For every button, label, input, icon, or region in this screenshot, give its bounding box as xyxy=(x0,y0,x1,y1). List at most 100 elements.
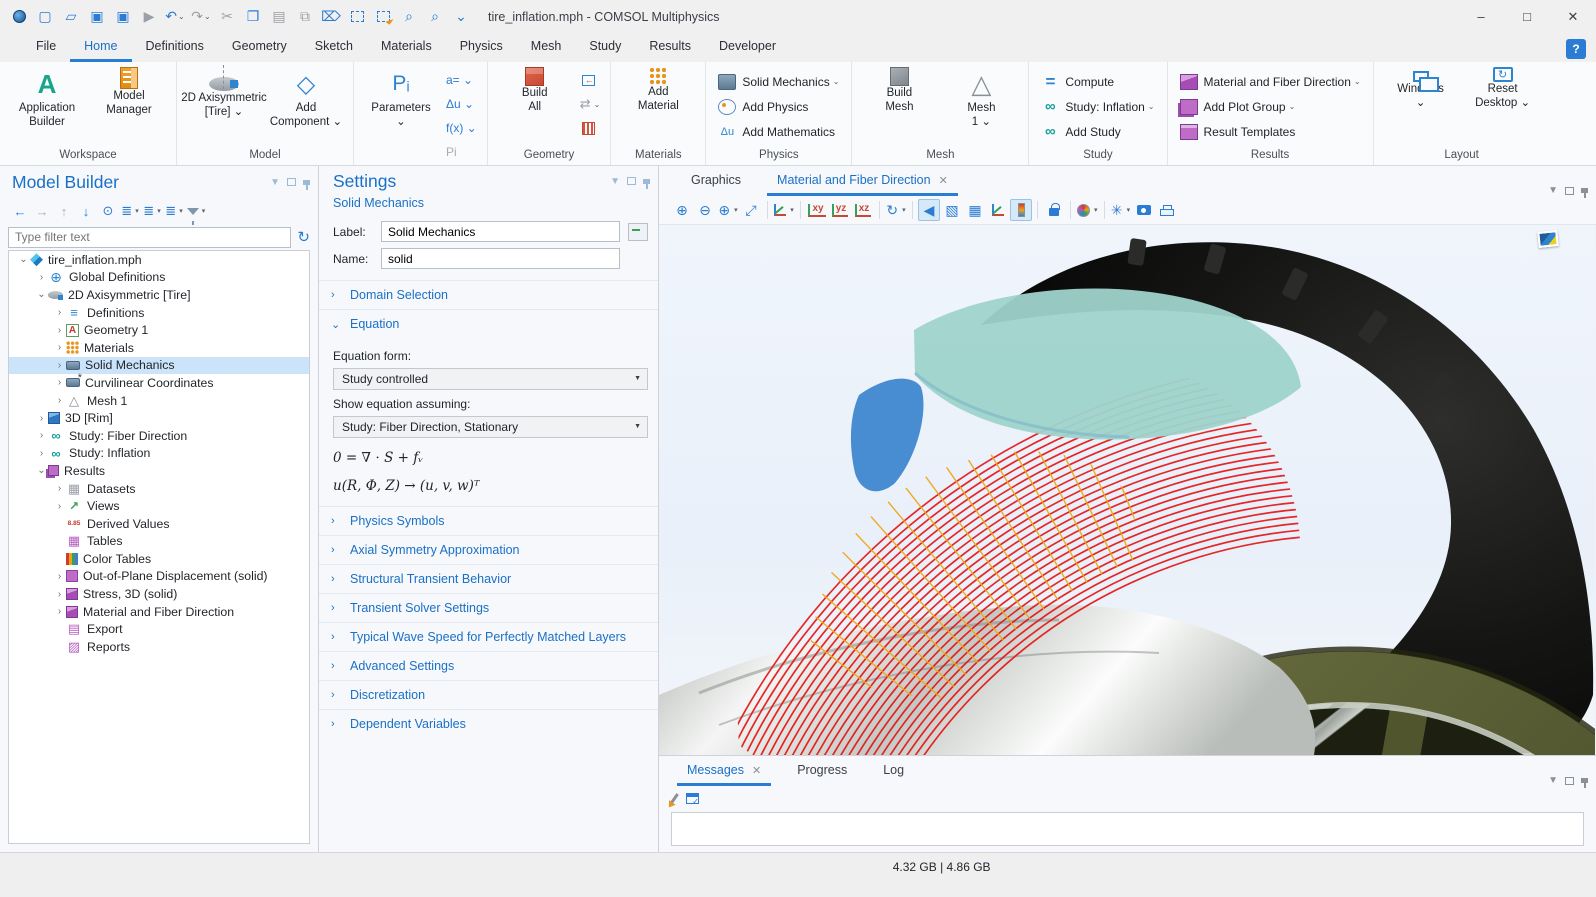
tree-item-derived-values[interactable]: 8.85Derived Values xyxy=(9,515,309,533)
chevron-right-icon[interactable]: › xyxy=(35,430,48,441)
view-xz-icon[interactable]: xz xyxy=(852,199,874,221)
tree-item-solid-mechanics[interactable]: ›Solid Mechanics xyxy=(9,357,309,375)
go-back-icon[interactable]: ← xyxy=(10,201,30,221)
result-templates-button[interactable]: Result Templates xyxy=(1174,119,1367,144)
menu-tab-mesh[interactable]: Mesh xyxy=(517,34,576,62)
tree-item-mesh-1[interactable]: ›△Mesh 1 xyxy=(9,392,309,410)
panel-menu-icon[interactable]: ▼ xyxy=(610,176,620,187)
chevron-right-icon[interactable]: › xyxy=(35,413,48,424)
reset-desktop-button[interactable]: ResetDesktop ⌄ xyxy=(1462,64,1544,147)
chevron-down-icon[interactable]: ⌄ xyxy=(17,254,30,265)
zoom-box-icon[interactable]: ⊕▾ xyxy=(717,199,739,221)
pin-panel-icon[interactable] xyxy=(1581,778,1588,783)
add-physics-button[interactable]: Add Physics xyxy=(712,94,845,119)
application-builder-button[interactable]: ApplicationBuilder xyxy=(6,64,88,147)
paste-icon[interactable]: ▤ xyxy=(267,5,291,29)
view-yz-icon[interactable]: yz xyxy=(829,199,851,221)
variables-button[interactable]: a= ⌄ xyxy=(442,68,481,92)
float-panel-icon[interactable] xyxy=(1565,777,1574,785)
environment-reflections-icon[interactable]: ▧ xyxy=(941,199,963,221)
show-grid-icon[interactable]: ▦ xyxy=(964,199,986,221)
panel-menu-icon[interactable]: ▼ xyxy=(1548,775,1558,786)
chevron-right-icon[interactable]: › xyxy=(53,395,66,406)
toolbar-overflow-icon[interactable]: ⌄ xyxy=(449,5,473,29)
print-icon[interactable] xyxy=(1156,199,1178,221)
add-study-button[interactable]: Add Study xyxy=(1035,119,1160,144)
section-axial-symmetry-approximation[interactable]: ›Axial Symmetry Approximation xyxy=(319,535,658,564)
add-mathematics-button[interactable]: Add Mathematics xyxy=(712,119,845,144)
tree-item-study-fiber-direction[interactable]: ›∞Study: Fiber Direction xyxy=(9,427,309,445)
name-field[interactable] xyxy=(381,248,620,269)
section-transient-solver-settings[interactable]: ›Transient Solver Settings xyxy=(319,593,658,622)
add-component-button[interactable]: AddComponent ⌄ xyxy=(265,64,347,147)
chevron-right-icon[interactable]: › xyxy=(53,571,66,582)
element-properties-icon[interactable] xyxy=(628,223,648,241)
close-icon[interactable]: ✕ xyxy=(939,174,948,187)
material-and-fiber-direction-button[interactable]: Material and Fiber Direction⌄ xyxy=(1174,69,1367,94)
section-structural-transient-behavior[interactable]: ›Structural Transient Behavior xyxy=(319,564,658,593)
tree-item-export[interactable]: ▤Export xyxy=(9,620,309,638)
chevron-right-icon[interactable]: › xyxy=(53,589,66,600)
parameters-button[interactable]: Parameters⌄ xyxy=(360,64,442,164)
section-typical-wave-speed-for-perfectly-matched-layers[interactable]: ›Typical Wave Speed for Perfectly Matche… xyxy=(319,622,658,651)
graphics-viewport[interactable] xyxy=(659,225,1596,755)
chevron-right-icon[interactable]: › xyxy=(53,360,66,371)
zoom-in-icon[interactable]: ⊕ xyxy=(671,199,693,221)
panel-menu-icon[interactable]: ▼ xyxy=(1548,185,1558,196)
pin-panel-icon[interactable] xyxy=(1581,188,1588,193)
tree-item-out-of-plane-displacement-solid[interactable]: ›Out-of-Plane Displacement (solid) xyxy=(9,568,309,586)
label-field[interactable] xyxy=(381,221,620,242)
study-inflation-button[interactable]: Study: Inflation⌄ xyxy=(1035,94,1160,119)
section-advanced-settings[interactable]: ›Advanced Settings xyxy=(319,651,658,680)
compute-button[interactable]: Compute xyxy=(1035,69,1160,94)
tab-log[interactable]: Log xyxy=(873,758,914,786)
show-icon[interactable]: ⊙ xyxy=(98,201,118,221)
section-domain-selection[interactable]: ›Domain Selection xyxy=(319,280,658,309)
menu-tab-definitions[interactable]: Definitions xyxy=(132,34,218,62)
color-theme-icon[interactable]: ▾ xyxy=(1076,199,1099,221)
section-dependent-variables[interactable]: ›Dependent Variables xyxy=(319,709,658,738)
minimize-button[interactable]: – xyxy=(1458,0,1504,33)
find-and-replace-icon[interactable]: ⌕ xyxy=(423,5,447,29)
parameter-case-button[interactable]: Pi xyxy=(442,140,481,164)
show-equation-select[interactable]: Study: Fiber Direction, Stationary xyxy=(333,416,648,438)
tree-item-datasets[interactable]: ›▦Datasets xyxy=(9,480,309,498)
2d-axisymmetric-button[interactable]: 2D Axisymmetric[Tire] ⌄ xyxy=(183,64,265,147)
open-file-icon[interactable]: ▱ xyxy=(59,5,83,29)
windows-button[interactable]: Windows⌄ xyxy=(1380,64,1462,147)
menu-tab-results[interactable]: Results xyxy=(635,34,705,62)
close-icon[interactable]: ✕ xyxy=(752,764,761,777)
add-plot-group-button[interactable]: Add Plot Group⌄ xyxy=(1174,94,1367,119)
show-axes-icon[interactable] xyxy=(987,199,1009,221)
float-panel-icon[interactable] xyxy=(627,177,636,185)
functions-button[interactable]: f(x) ⌄ xyxy=(442,116,481,140)
float-panel-icon[interactable] xyxy=(287,178,296,186)
section-equation[interactable]: ⌄ Equation xyxy=(319,309,658,338)
tree-item-curvilinear-coordinates[interactable]: ›Curvilinear Coordinates xyxy=(9,374,309,392)
menu-tab-file[interactable]: File xyxy=(22,34,70,62)
redo-icon[interactable]: ↷⌄ xyxy=(189,5,213,29)
chevron-right-icon[interactable]: › xyxy=(53,377,66,388)
select-box-icon[interactable] xyxy=(345,5,369,29)
view-xy-icon[interactable]: xy xyxy=(806,199,828,221)
scene-settings-icon[interactable]: ✳▾ xyxy=(1110,199,1132,221)
tree-item-global-definitions[interactable]: ›⊕Global Definitions xyxy=(9,269,309,287)
solid-mechanics-button[interactable]: Solid Mechanics⌄ xyxy=(712,69,845,94)
menu-tab-sketch[interactable]: Sketch xyxy=(301,34,367,62)
menu-tab-home[interactable]: Home xyxy=(70,34,131,62)
snapshot-icon[interactable] xyxy=(1133,199,1155,221)
tree-item-tire-inflation-mph[interactable]: ⌄tire_inflation.mph xyxy=(9,251,309,269)
pin-panel-icon[interactable] xyxy=(303,180,310,185)
view-orientation-icon[interactable]: ▾ xyxy=(773,199,795,221)
tab-messages[interactable]: Messages✕ xyxy=(677,758,771,786)
node-text-icon[interactable]: ≣▾ xyxy=(164,201,184,221)
undo-icon[interactable]: ↶⌄ xyxy=(163,5,187,29)
refresh-icon[interactable]: ↻ xyxy=(297,228,310,246)
tree-item-study-inflation[interactable]: ›∞Study: Inflation xyxy=(9,445,309,463)
nonlocal-couplings-button[interactable]: Δu ⌄ xyxy=(442,92,481,116)
build-all-button[interactable]: BuildAll xyxy=(494,64,576,147)
float-panel-icon[interactable] xyxy=(1565,187,1574,195)
menu-tab-materials[interactable]: Materials xyxy=(367,34,446,62)
comsol-logo-icon[interactable] xyxy=(7,5,31,29)
tab-material-and-fiber-direction[interactable]: Material and Fiber Direction✕ xyxy=(767,168,958,196)
